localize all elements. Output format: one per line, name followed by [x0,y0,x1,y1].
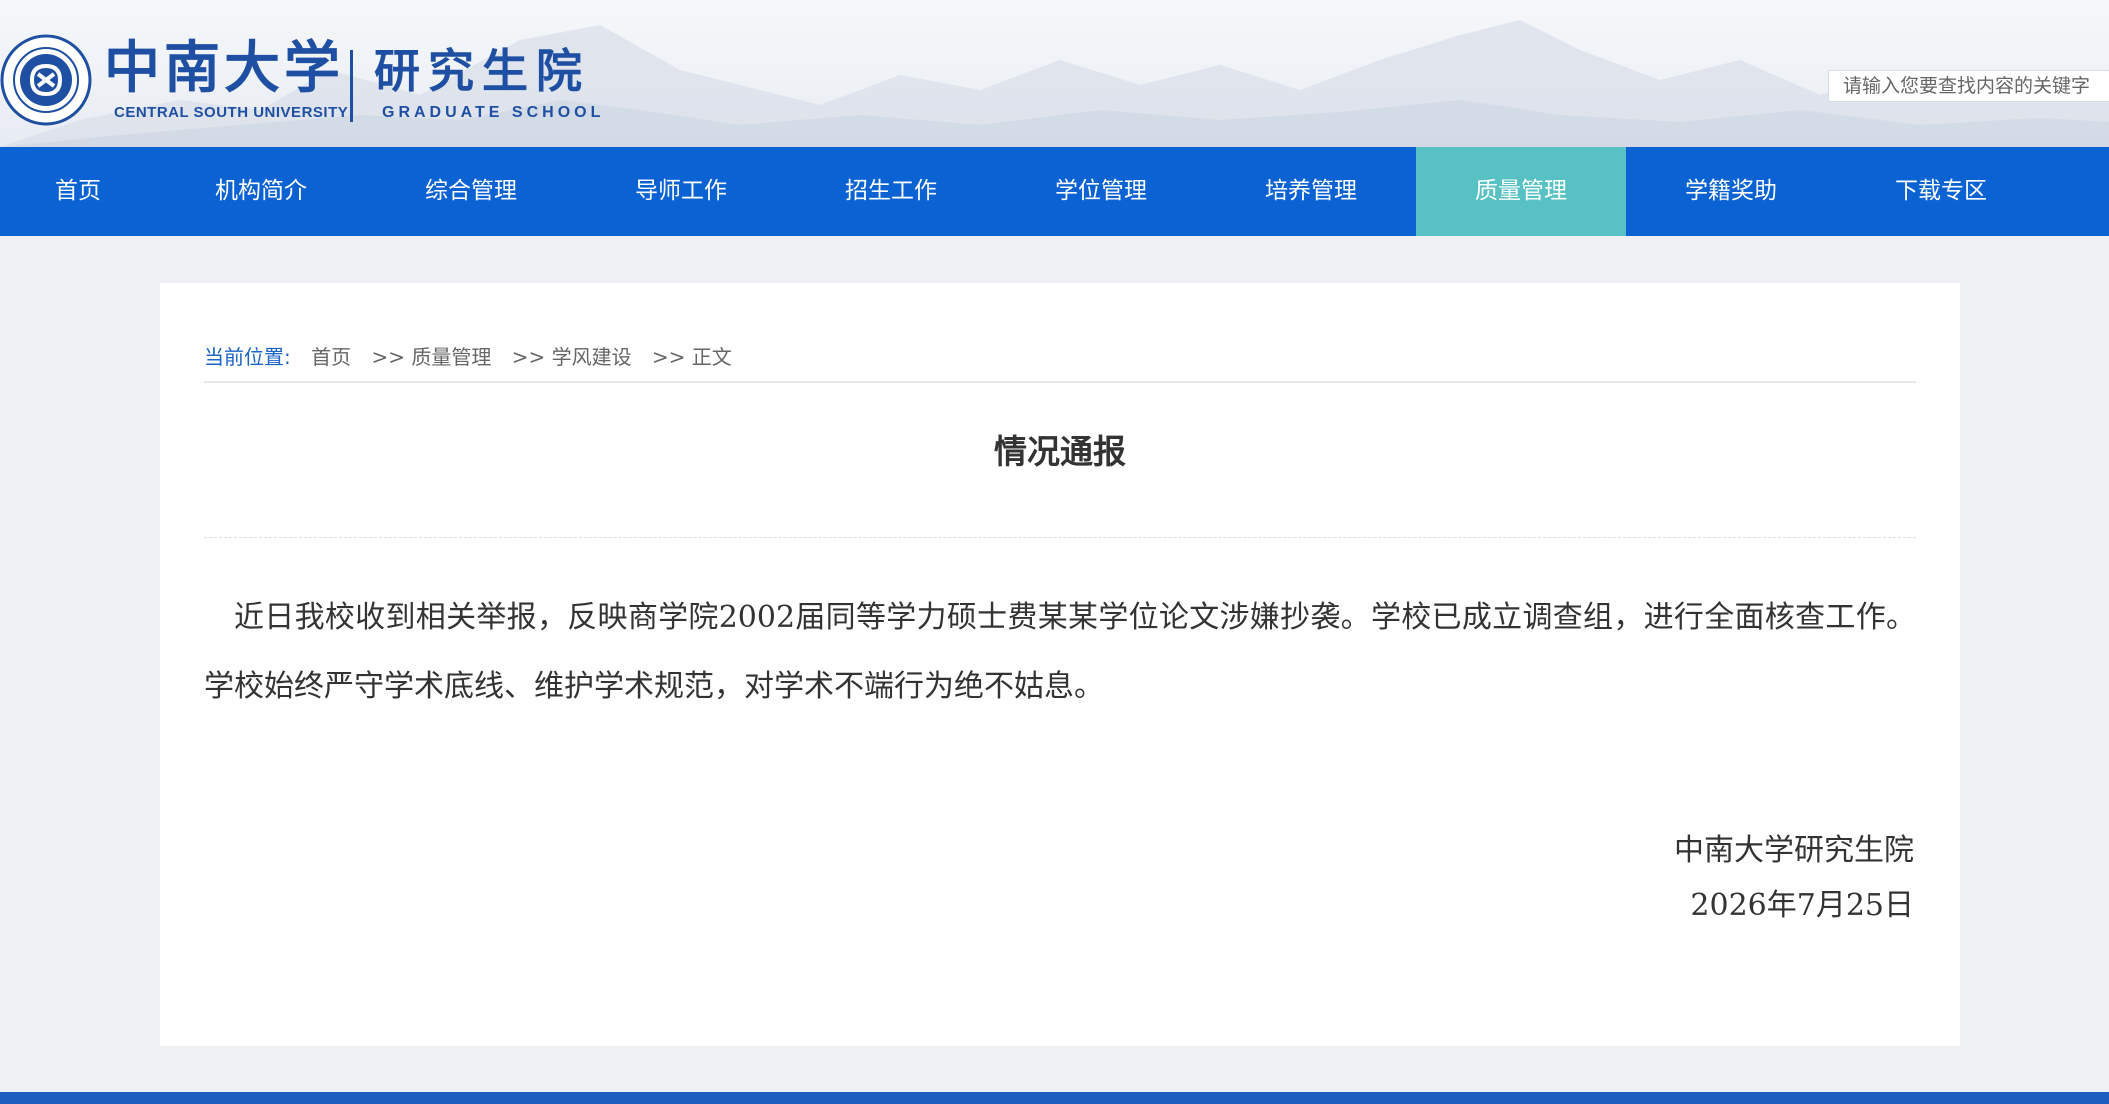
breadcrumb-divider [204,381,1916,383]
nav-item-student-status[interactable]: 学籍奖助 [1626,147,1836,236]
breadcrumb-link-home[interactable]: 首页 [311,345,351,369]
main-nav: 首页 机构简介 综合管理 导师工作 招生工作 学位管理 培养管理 质量管理 学籍… [0,147,2109,236]
school-name-cn: 研究生院 [374,44,590,98]
breadcrumb-link-study-style[interactable]: >> 学风建设 [512,345,632,369]
nav-item-training[interactable]: 培养管理 [1206,147,1416,236]
nav-item-about[interactable]: 机构简介 [156,147,366,236]
breadcrumb-label: 当前位置: [204,345,291,369]
breadcrumb-current: >> 正文 [651,345,732,369]
nav-item-degree[interactable]: 学位管理 [996,147,1206,236]
logo-divider [350,50,353,122]
university-name-cn: 中南大学 [104,35,344,101]
nav-item-downloads[interactable]: 下载专区 [1836,147,2046,236]
search-input[interactable] [1829,71,2109,101]
signature-org: 中南大学研究生院 [1674,833,1914,868]
article-title: 情况通报 [994,432,1126,471]
school-name-en: GRADUATE SCHOOL [382,104,605,121]
breadcrumb: 当前位置: 首页 >> 质量管理 >> 学风建设 >> 正文 [204,341,746,370]
title-divider [204,537,1916,538]
search-box[interactable] [1828,70,2109,102]
signature-date: 2026年7月25日 [1690,888,1914,923]
breadcrumb-link-quality[interactable]: >> 质量管理 [371,345,491,369]
footer-band [0,1092,2109,1104]
nav-item-general-admin[interactable]: 综合管理 [366,147,576,236]
article-body: 近日我校收到相关举报，反映商学院2002届同等学力硕士费某某学位论文涉嫌抄袭。学… [204,600,1916,704]
university-name-en: CENTRAL SOUTH UNIVERSITY [114,104,349,121]
nav-item-home[interactable]: 首页 [0,147,156,236]
nav-item-admissions[interactable]: 招生工作 [786,147,996,236]
nav-item-quality[interactable]: 质量管理 [1416,147,1626,236]
article-card: 当前位置: 首页 >> 质量管理 >> 学风建设 >> 正文 情况通报 近日我校… [160,283,1960,1046]
site-header: 中南大学 CENTRAL SOUTH UNIVERSITY 研究生院 GRADU… [0,0,2109,147]
nav-item-supervisor[interactable]: 导师工作 [576,147,786,236]
university-seal-logo[interactable] [0,34,92,126]
